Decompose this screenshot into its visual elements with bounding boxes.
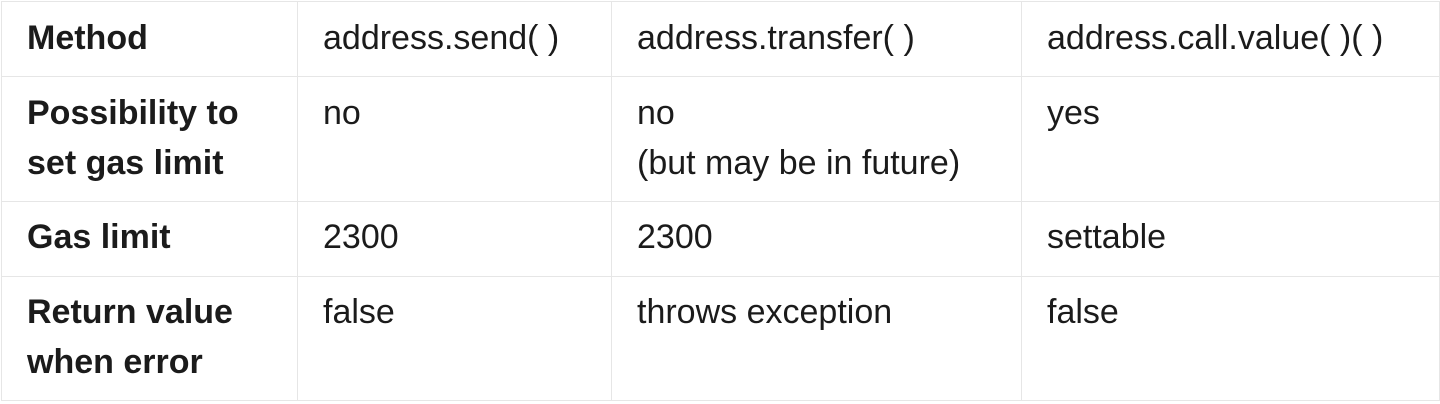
- row-header-cell: Return value when error: [1, 276, 298, 401]
- table-cell: no (but may be in future): [611, 76, 1022, 202]
- table-header-row: Method address.send( ) address.transfer(…: [1, 1, 1440, 77]
- table-cell: false: [1021, 276, 1440, 401]
- column-header-send: address.send( ): [297, 1, 612, 77]
- column-header-call-value: address.call.value( )( ): [1021, 1, 1440, 77]
- table-row-return-value: Return value when error false throws exc…: [1, 276, 1440, 401]
- table-cell: 2300: [611, 201, 1022, 277]
- send-transfer-call-comparison-table: Method address.send( ) address.transfer(…: [1, 1, 1440, 401]
- table-cell: yes: [1021, 76, 1440, 202]
- table-cell: throws exception: [611, 276, 1022, 401]
- table-row-gas-limit: Gas limit 2300 2300 settable: [1, 201, 1440, 277]
- comparison-table-container: Method address.send( ) address.transfer(…: [1, 1, 1440, 401]
- column-header-transfer: address.transfer( ): [611, 1, 1022, 77]
- method-header-cell: Method: [1, 1, 298, 77]
- table-cell: no: [297, 76, 612, 202]
- table-cell: settable: [1021, 201, 1440, 277]
- table-cell: 2300: [297, 201, 612, 277]
- row-header-cell: Possibility to set gas limit: [1, 76, 298, 202]
- row-header-cell: Gas limit: [1, 201, 298, 277]
- table-cell: false: [297, 276, 612, 401]
- table-row-gas-limit-setting: Possibility to set gas limit no no (but …: [1, 76, 1440, 202]
